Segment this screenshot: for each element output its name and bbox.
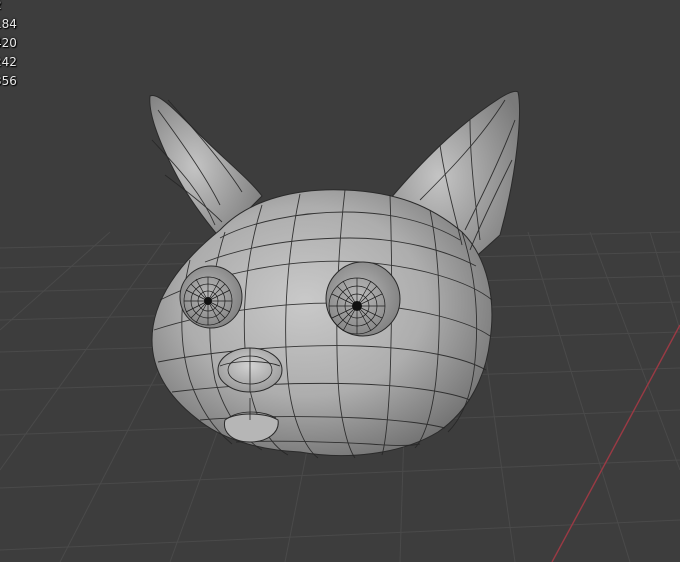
stat-line: 420 xyxy=(0,36,17,50)
stat-line: 184 xyxy=(0,17,17,31)
stat-line: 242 xyxy=(0,55,17,69)
left-eye xyxy=(179,265,243,329)
viewport-scene[interactable] xyxy=(0,0,680,562)
scene-statistics-overlay: 2 184 420 242 356 xyxy=(0,0,17,91)
stat-line: 356 xyxy=(0,74,17,88)
cat-head-model[interactable] xyxy=(149,90,520,459)
3d-viewport[interactable]: 2 184 420 242 356 xyxy=(0,0,680,562)
right-eye xyxy=(325,261,401,337)
x-axis-line xyxy=(551,324,680,562)
stat-line: 2 xyxy=(0,0,17,15)
nose xyxy=(217,347,283,393)
